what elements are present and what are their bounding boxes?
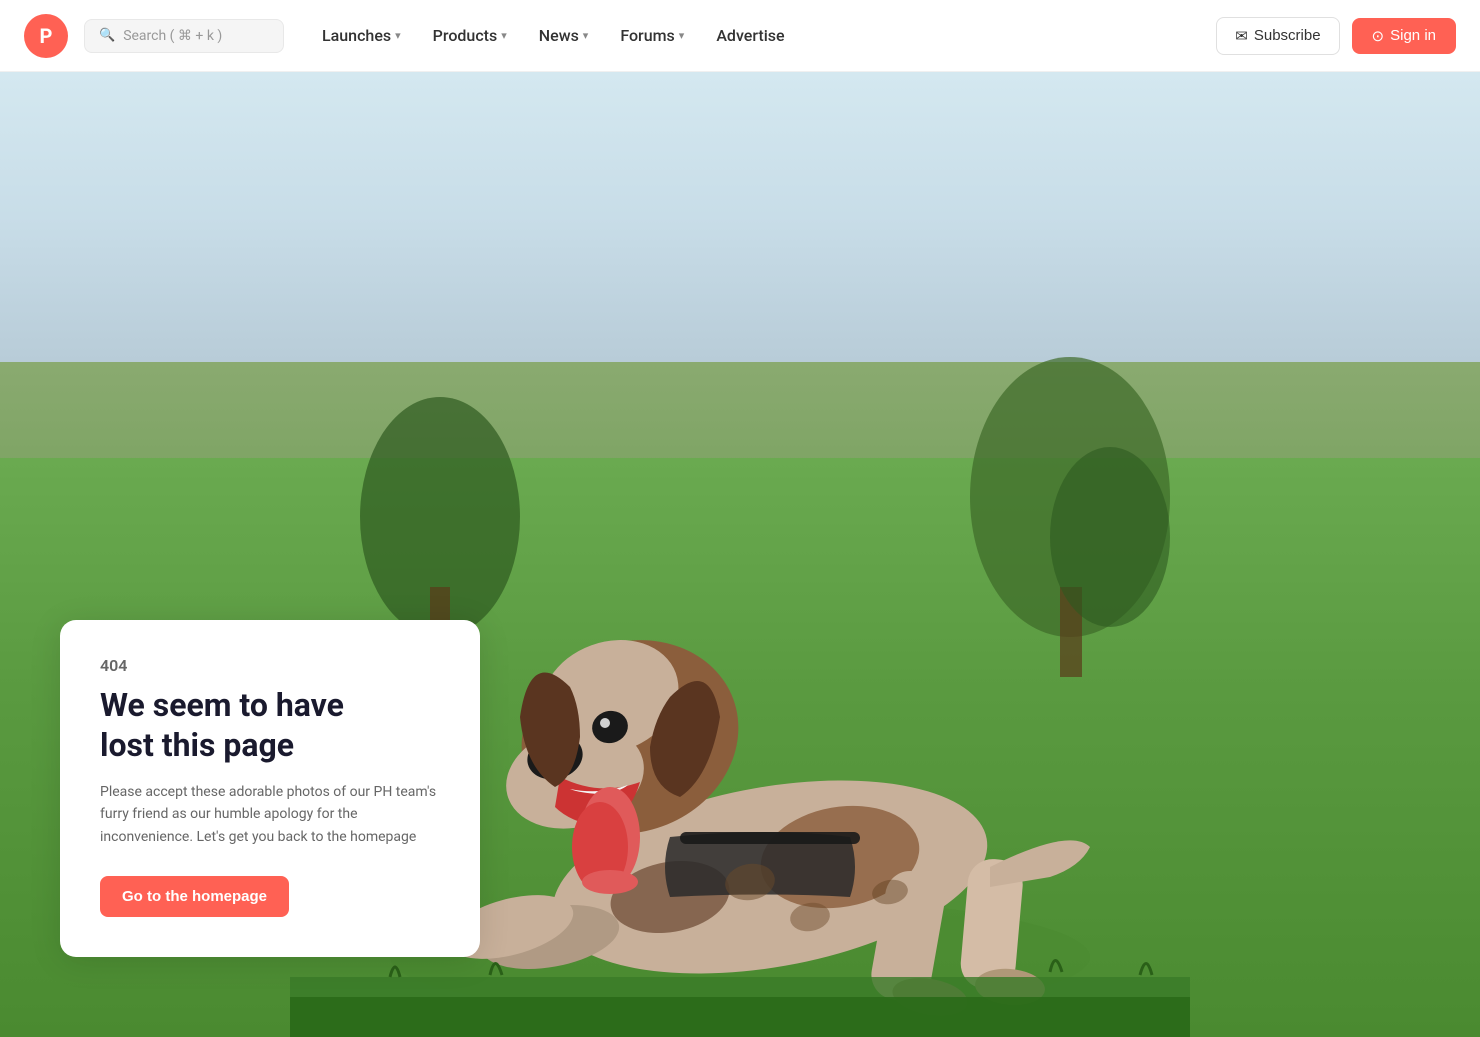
subscribe-icon: ✉ [1235, 27, 1248, 45]
nav-launches[interactable]: Launches ▾ [308, 18, 415, 53]
nav-products[interactable]: Products ▾ [419, 18, 521, 53]
signin-label: Sign in [1390, 27, 1436, 44]
nav-products-label: Products [433, 26, 498, 45]
logo-letter: P [40, 24, 53, 48]
chevron-down-icon: ▾ [501, 29, 507, 42]
error-code: 404 [100, 656, 440, 675]
nav-links: Launches ▾ Products ▾ News ▾ Forums ▾ Ad… [308, 18, 1216, 53]
error-title-line2: lost this page [100, 726, 294, 764]
chevron-down-icon: ▾ [395, 29, 401, 42]
search-bar[interactable]: 🔍 Search ( ⌘ + k ) [84, 19, 284, 53]
nav-forums-label: Forums [620, 26, 674, 45]
nav-news[interactable]: News ▾ [525, 18, 603, 53]
error-description: Please accept these adorable photos of o… [100, 781, 440, 848]
chevron-down-icon: ▾ [583, 29, 589, 42]
nav-advertise[interactable]: Advertise [702, 18, 798, 53]
nav-advertise-label: Advertise [716, 26, 784, 45]
error-title-line1: We seem to have [100, 686, 344, 724]
go-to-homepage-button[interactable]: Go to the homepage [100, 876, 289, 917]
signin-button[interactable]: ⊙ Sign in [1352, 18, 1456, 54]
navbar: P 🔍 Search ( ⌘ + k ) Launches ▾ Products… [0, 0, 1480, 72]
error-card: 404 We seem to have lost this page Pleas… [60, 620, 480, 957]
signin-icon: ⊙ [1372, 27, 1385, 45]
subscribe-button[interactable]: ✉ Subscribe [1216, 17, 1339, 55]
error-title: We seem to have lost this page [100, 685, 440, 765]
search-icon: 🔍 [99, 28, 115, 43]
nav-launches-label: Launches [322, 26, 391, 45]
logo[interactable]: P [24, 14, 68, 58]
nav-forums[interactable]: Forums ▾ [606, 18, 698, 53]
search-placeholder: Search ( ⌘ + k ) [123, 28, 222, 44]
navbar-actions: ✉ Subscribe ⊙ Sign in [1216, 17, 1456, 55]
nav-news-label: News [539, 26, 579, 45]
chevron-down-icon: ▾ [679, 29, 685, 42]
subscribe-label: Subscribe [1254, 27, 1321, 44]
